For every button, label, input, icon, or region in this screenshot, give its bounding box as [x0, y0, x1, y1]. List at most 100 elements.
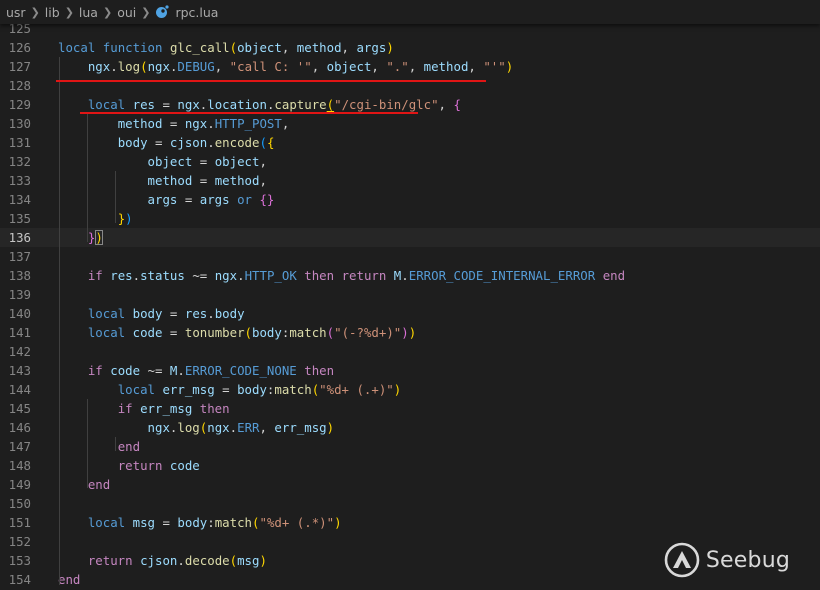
code-token: . [207, 306, 215, 321]
line-code: method = method, [58, 171, 267, 190]
breadcrumb-item-lib[interactable]: lib [45, 5, 60, 20]
code-line[interactable]: 143 if code ~= M.ERROR_CODE_NONE then [0, 361, 820, 380]
code-line[interactable]: 147 end [0, 437, 820, 456]
line-number: 127 [8, 59, 31, 74]
chevron-right-icon: ❯ [141, 5, 151, 19]
code-line[interactable]: 148 return code [0, 456, 820, 475]
code-line[interactable]: 144 local err_msg = body:match("%d+ (.+)… [0, 380, 820, 399]
line-number: 149 [8, 477, 31, 492]
line-number: 129 [8, 97, 31, 112]
code-token: ) [95, 230, 103, 245]
code-token: , [259, 154, 267, 169]
line-code: end [58, 437, 140, 456]
code-token: = [192, 154, 215, 169]
code-token: capture [274, 97, 327, 112]
code-line[interactable]: 131 body = cjson.encode({ [0, 133, 820, 152]
code-token: msg [237, 553, 260, 568]
code-line[interactable]: 130 method = ngx.HTTP_POST, [0, 114, 820, 133]
code-token: encode [214, 135, 260, 150]
code-line[interactable]: 134 args = args or {} [0, 190, 820, 209]
code-token: = [155, 515, 178, 530]
code-token: ) [326, 420, 335, 435]
code-line[interactable]: 139 [0, 285, 820, 304]
code-line[interactable]: 151 local msg = body:match("%d+ (.*)") [0, 513, 820, 532]
code-line[interactable]: 146 ngx.log(ngx.ERR, err_msg) [0, 418, 820, 437]
watermark-text: Seebug [705, 547, 790, 573]
code-token: body [177, 515, 208, 530]
code-token: if [87, 363, 103, 378]
line-number: 130 [8, 116, 31, 131]
breadcrumb-file-rpc-lua[interactable]: rpc.lua [175, 5, 218, 20]
code-token: then [199, 401, 230, 416]
code-line[interactable]: 136 }) [0, 228, 820, 247]
code-line[interactable]: 145 if err_msg then [0, 399, 820, 418]
line-code: args = args or {} [58, 190, 275, 209]
line-number: 152 [8, 534, 31, 549]
code-line[interactable]: 137 [0, 247, 820, 266]
code-token: = [155, 97, 178, 112]
line-code: local body = res.body [58, 304, 245, 323]
code-token: args [147, 192, 178, 207]
line-number: 135 [8, 211, 31, 226]
code-token: ERROR_CODE_INTERNAL_ERROR [408, 268, 596, 283]
code-line[interactable]: 126 local function glc_call(object, metho… [0, 38, 820, 57]
line-number: 146 [8, 420, 31, 435]
line-number: 150 [8, 496, 31, 511]
code-line[interactable]: 141 local code = tonumber(body:match("(-… [0, 323, 820, 342]
code-line[interactable]: 140 local body = res.body [0, 304, 820, 323]
highlight-underline-line-127 [56, 80, 486, 82]
code-token: end [87, 477, 111, 492]
code-line[interactable]: 132 object = object, [0, 152, 820, 171]
breadcrumb-item-lua[interactable]: lua [79, 5, 98, 20]
code-token: ) [408, 325, 417, 340]
code-token: location [207, 97, 267, 112]
code-token: = [162, 306, 185, 321]
code-token: HTTP_OK [244, 268, 297, 283]
code-token: ngx [87, 59, 111, 74]
line-number: 134 [8, 192, 31, 207]
line-code: body = cjson.encode({ [58, 133, 275, 152]
code-line[interactable]: 133 method = method, [0, 171, 820, 190]
code-token: msg [132, 515, 156, 530]
code-token: local [58, 40, 96, 55]
breadcrumb-item-oui[interactable]: oui [117, 5, 136, 20]
code-line[interactable]: 125 [0, 24, 820, 38]
breadcrumb-item-usr[interactable]: usr [6, 5, 26, 20]
code-line[interactable]: 127 ngx.log(ngx.DEBUG, "call C: '", obje… [0, 57, 820, 76]
code-token: ) [393, 382, 402, 397]
code-token: ( [259, 135, 267, 150]
code-token: code [132, 325, 163, 340]
code-token: , [371, 59, 387, 74]
code-line[interactable]: 138 if res.status ~= ngx.HTTP_OK then re… [0, 266, 820, 285]
highlight-underline-line-129 [80, 112, 418, 114]
code-token: return [87, 553, 133, 568]
code-token: match [214, 515, 253, 530]
code-editor[interactable]: 125 126 local function glc_call(object, me… [0, 24, 820, 590]
code-token: . [132, 268, 141, 283]
code-token: "." [386, 59, 409, 74]
line-code: method = ngx.HTTP_POST, [58, 114, 290, 133]
line-code: return code [58, 456, 200, 475]
lua-file-icon [155, 5, 170, 19]
code-line[interactable]: 150 [0, 494, 820, 513]
code-line[interactable]: 128 [0, 76, 820, 95]
code-token: res [184, 306, 208, 321]
code-token: . [110, 59, 118, 74]
code-token: decode [184, 553, 230, 568]
code-line[interactable]: 135 }) [0, 209, 820, 228]
line-code: ngx.log(ngx.DEBUG, "call C: '", object, … [58, 57, 513, 76]
code-token: res [132, 97, 156, 112]
seebug-watermark: Seebug [664, 542, 790, 578]
code-line[interactable]: 142 [0, 342, 820, 361]
code-token: ) [125, 211, 133, 226]
code-token: "%d+ (.*)" [259, 515, 335, 530]
code-token: , [281, 40, 297, 55]
code-line[interactable]: 149 end [0, 475, 820, 494]
chevron-right-icon: ❯ [30, 5, 40, 19]
